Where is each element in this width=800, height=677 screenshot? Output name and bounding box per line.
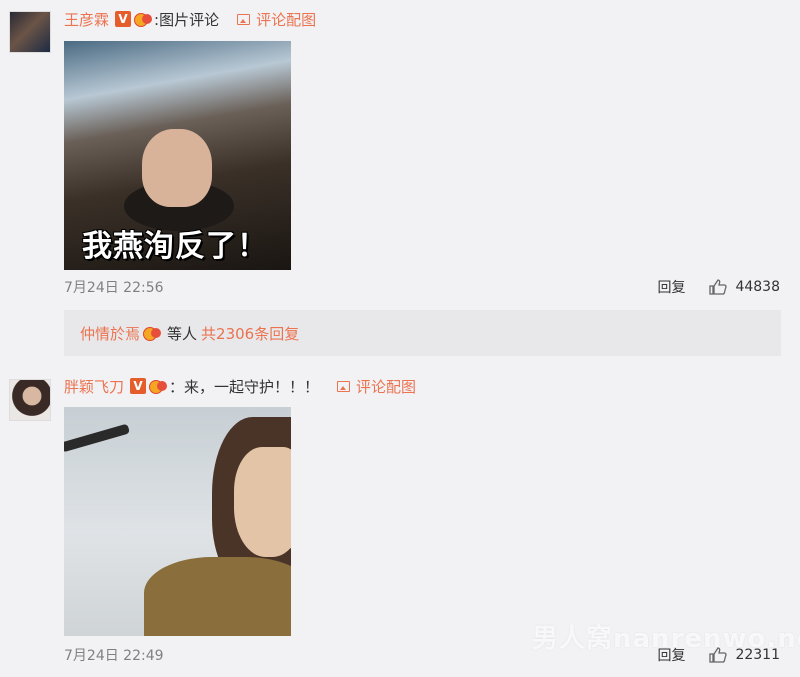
comment-text: ：来，一起守护！！！	[169, 377, 320, 396]
comment-meta: 7月24日 22:56 回复 44838	[64, 277, 780, 297]
comment-header: 胖颖飞刀 V ：来，一起守护！！！ 评论配图	[64, 375, 416, 397]
image-content	[144, 557, 291, 636]
verified-v-icon: V	[115, 11, 132, 27]
medal-icon	[149, 378, 169, 394]
like-button[interactable]: 44838	[709, 279, 780, 295]
picture-icon	[237, 13, 251, 25]
image-content	[142, 129, 212, 207]
image-content	[64, 423, 131, 453]
watermark: 男人窝nanrenwo.net	[532, 624, 800, 654]
picture-comment-label: 评论配图	[256, 10, 317, 29]
reply-button[interactable]: 回复	[657, 277, 685, 297]
medal-icon	[134, 11, 154, 27]
comment-image[interactable]: 我燕洵反了！	[64, 41, 291, 270]
image-content	[234, 447, 291, 557]
verified-v-icon: V	[130, 378, 147, 394]
picture-comment-link[interactable]: 评论配图	[337, 376, 416, 397]
replies-etc: 等人	[167, 324, 198, 343]
avatar[interactable]	[9, 379, 51, 421]
comment-image[interactable]	[64, 407, 291, 636]
thumb-up-icon	[709, 279, 728, 295]
replies-count-link[interactable]: 共2306条回复	[201, 323, 299, 344]
medal-icon	[143, 325, 163, 341]
username[interactable]: 胖颖飞刀	[64, 376, 124, 397]
timestamp: 7月24日 22:56	[64, 280, 164, 296]
avatar[interactable]	[9, 11, 51, 53]
picture-comment-link[interactable]: 评论配图	[237, 9, 316, 30]
image-caption: 我燕洵反了！	[82, 229, 268, 264]
like-count: 44838	[735, 279, 780, 295]
picture-comment-label: 评论配图	[356, 377, 417, 396]
username[interactable]: 王彦霖	[64, 9, 109, 30]
comment-header: 王彦霖 V :图片评论 评论配图	[64, 8, 316, 30]
replies-summary[interactable]: 仲情於焉 等人 共2306条回复	[64, 310, 781, 356]
reply-username[interactable]: 仲情於焉	[80, 323, 140, 344]
comment-text: :图片评论	[154, 10, 220, 29]
picture-icon	[337, 380, 351, 392]
